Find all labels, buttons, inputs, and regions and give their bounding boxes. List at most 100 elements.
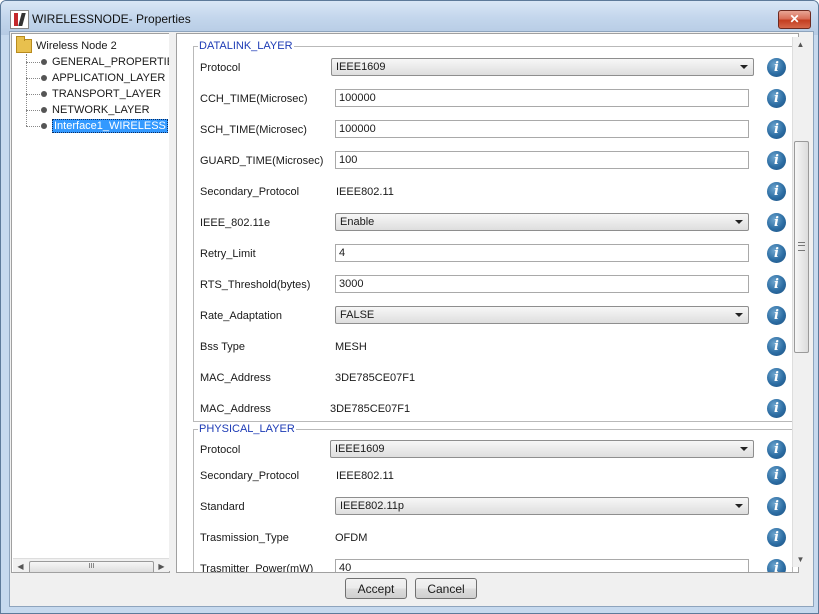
- bss-type-value: MESH: [335, 341, 367, 353]
- cancel-button[interactable]: Cancel: [415, 578, 477, 599]
- folder-icon: [16, 36, 32, 53]
- tree-item-interface1-wireless[interactable]: Interface1_WIRELESS: [26, 118, 168, 134]
- dropdown-arrow-icon: [740, 65, 748, 69]
- info-icon[interactable]: i: [767, 399, 786, 418]
- group-title: PHYSICAL_LAYER: [198, 423, 296, 435]
- info-icon[interactable]: i: [767, 275, 786, 294]
- scroll-down-icon[interactable]: ▼: [793, 552, 808, 567]
- cch-time-row: CCH_TIME(Microsec) 100000 i: [200, 89, 788, 109]
- tree-horizontal-scrollbar[interactable]: ◀ III ▶: [13, 558, 169, 572]
- info-icon[interactable]: i: [767, 120, 786, 139]
- info-icon[interactable]: i: [767, 528, 786, 547]
- close-button[interactable]: ✕: [778, 10, 811, 29]
- field-label: Protocol: [200, 62, 241, 74]
- tree-node-icon: [41, 107, 47, 113]
- tree-item-label: GENERAL_PROPERTIES: [52, 56, 170, 68]
- info-icon[interactable]: i: [767, 559, 786, 572]
- select-value: IEEE1609: [335, 443, 385, 455]
- info-icon[interactable]: i: [767, 89, 786, 108]
- guard-time-row: GUARD_TIME(Microsec) 100 i: [200, 151, 788, 171]
- tree-root-label: Wireless Node 2: [36, 40, 117, 52]
- transmission-type-row: Trasmission_Type OFDM i: [200, 528, 788, 548]
- info-icon[interactable]: i: [767, 368, 786, 387]
- mac-address-value: 3DE785CE07F1: [330, 403, 411, 415]
- layer-tree: Wireless Node 2 GENERAL_PROPERTIES APPLI…: [11, 33, 170, 573]
- ieee-80211e-select[interactable]: Enable: [335, 213, 749, 231]
- datalink-layer-group: DATALINK_LAYER Protocol IEEE1609 i CCH_T…: [193, 40, 793, 422]
- info-icon[interactable]: i: [767, 182, 786, 201]
- transmitter-power-row: Trasmitter_Power(mW) 40 i: [200, 559, 788, 573]
- select-value: FALSE: [340, 309, 375, 321]
- info-icon[interactable]: i: [767, 466, 786, 485]
- tree-item-label: APPLICATION_LAYER: [52, 72, 166, 84]
- protocol-row: Protocol IEEE1609 i: [200, 58, 788, 78]
- rate-adaptation-select[interactable]: FALSE: [335, 306, 749, 324]
- rts-threshold-input[interactable]: 3000: [335, 275, 749, 293]
- group-title: DATALINK_LAYER: [198, 40, 294, 52]
- scroll-thumb[interactable]: III: [29, 561, 154, 572]
- ieee-80211e-row: IEEE_802.11e Enable i: [200, 213, 788, 233]
- guard-time-input[interactable]: 100: [335, 151, 749, 169]
- panel-splitter[interactable]: [169, 33, 174, 571]
- sch-time-row: SCH_TIME(Microsec) 100000 i: [200, 120, 788, 140]
- properties-vertical-scrollbar[interactable]: ▲ ▼: [792, 37, 809, 567]
- transmitter-power-input[interactable]: 40: [335, 559, 749, 572]
- tree-node-icon: [41, 123, 47, 129]
- tree-item-network-layer[interactable]: NETWORK_LAYER: [26, 102, 150, 118]
- field-label: Secondary_Protocol: [200, 470, 300, 482]
- dialog-client-area: Wireless Node 2 GENERAL_PROPERTIES APPLI…: [9, 31, 814, 607]
- tree-item-label: NETWORK_LAYER: [52, 104, 150, 116]
- rts-threshold-row: RTS_Threshold(bytes) 3000 i: [200, 275, 788, 295]
- scroll-thumb[interactable]: [794, 141, 809, 353]
- secondary-protocol-row: Secondary_Protocol IEEE802.11 i: [200, 182, 788, 202]
- transmission-type-value: OFDM: [335, 532, 368, 544]
- tree-node-icon: [41, 91, 47, 97]
- secondary-protocol-value: IEEE802.11: [336, 186, 394, 198]
- dropdown-arrow-icon: [735, 504, 743, 508]
- info-icon[interactable]: i: [767, 213, 786, 232]
- tree-item-general-properties[interactable]: GENERAL_PROPERTIES: [26, 54, 170, 70]
- info-icon[interactable]: i: [767, 58, 786, 77]
- scroll-up-icon[interactable]: ▲: [793, 37, 808, 52]
- scroll-right-icon[interactable]: ▶: [154, 559, 169, 572]
- field-label: GUARD_TIME(Microsec): [200, 155, 324, 167]
- info-icon[interactable]: i: [767, 440, 786, 459]
- info-icon[interactable]: i: [767, 337, 786, 356]
- tree-node-icon: [41, 59, 47, 65]
- scroll-left-icon[interactable]: ◀: [13, 559, 28, 572]
- physical-layer-group: PHYSICAL_LAYER Protocol IEEE1609 i Secon…: [193, 423, 793, 573]
- physical-protocol-row: Protocol IEEE1609 i: [200, 440, 788, 460]
- standard-select[interactable]: IEEE802.11p: [335, 497, 749, 515]
- info-icon[interactable]: i: [767, 151, 786, 170]
- dropdown-arrow-icon: [735, 313, 743, 317]
- tree-item-transport-layer[interactable]: TRANSPORT_LAYER: [26, 86, 161, 102]
- field-label: CCH_TIME(Microsec): [200, 93, 308, 105]
- mac-address-row: MAC_Address 3DE785CE07F1 i: [200, 399, 788, 419]
- field-label: Bss Type: [200, 341, 246, 353]
- field-label: Secondary_Protocol: [200, 186, 300, 198]
- info-icon[interactable]: i: [767, 497, 786, 516]
- field-label: IEEE_802.11e: [200, 217, 271, 229]
- physical-protocol-select[interactable]: IEEE1609: [330, 440, 754, 458]
- sch-time-input[interactable]: 100000: [335, 120, 749, 138]
- bss-type-row: Bss Type MESH i: [200, 337, 788, 357]
- info-icon[interactable]: i: [767, 306, 786, 325]
- select-value: IEEE802.11p: [340, 500, 405, 512]
- retry-limit-input[interactable]: 4: [335, 244, 749, 262]
- select-value: IEEE1609: [336, 61, 386, 73]
- info-icon[interactable]: i: [767, 244, 786, 263]
- accept-button[interactable]: Accept: [345, 578, 407, 599]
- field-label: Trasmitter_Power(mW): [200, 563, 314, 573]
- protocol-select[interactable]: IEEE1609: [331, 58, 754, 76]
- rate-adaptation-row: Rate_Adaptation FALSE i: [200, 306, 788, 326]
- tree-item-label: TRANSPORT_LAYER: [52, 88, 162, 100]
- mac-address-row: MAC_Address 3DE785CE07F1 i: [200, 368, 788, 388]
- tree-item-application-layer[interactable]: APPLICATION_LAYER: [26, 70, 165, 86]
- cch-time-input[interactable]: 100000: [335, 89, 749, 107]
- tree-item-label: Interface1_WIRELESS: [52, 119, 168, 133]
- tree-root[interactable]: Wireless Node 2: [16, 36, 117, 54]
- title-bar[interactable]: WIRELESSNODE- Properties ✕: [1, 1, 818, 35]
- retry-limit-row: Retry_Limit 4 i: [200, 244, 788, 264]
- close-icon: ✕: [789, 12, 800, 26]
- dropdown-arrow-icon: [735, 220, 743, 224]
